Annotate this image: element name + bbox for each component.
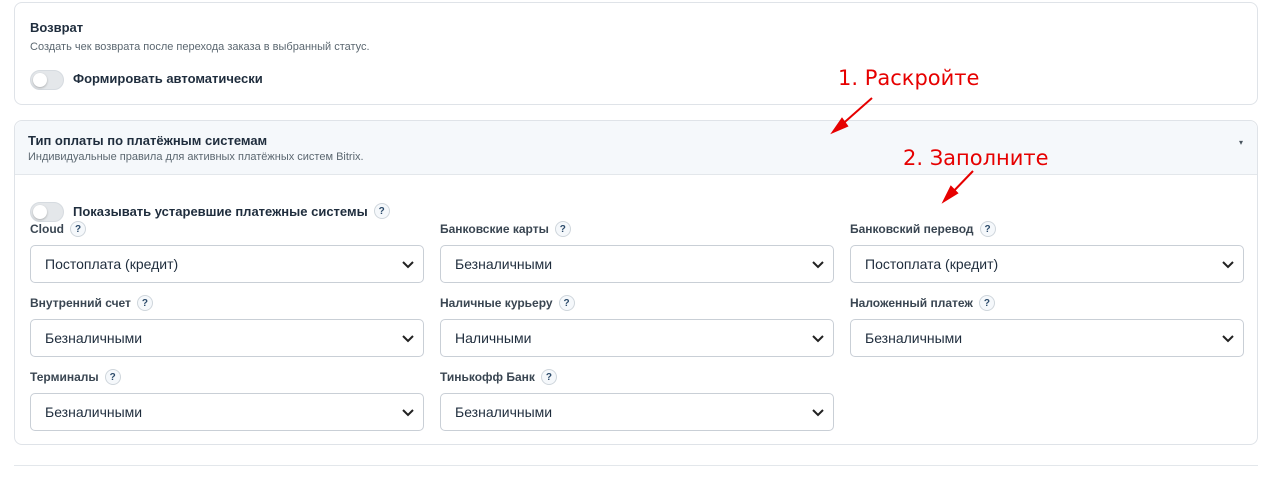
annotation-arrows — [830, 97, 974, 204]
annotation-step2: 2. Заполните — [903, 146, 1049, 170]
